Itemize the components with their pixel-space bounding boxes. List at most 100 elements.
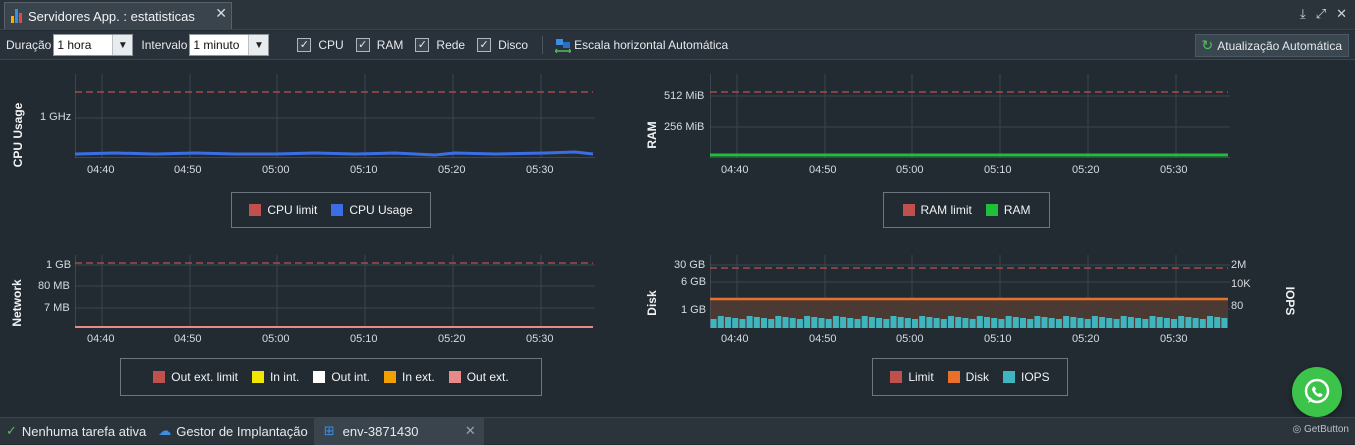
legend-item[interactable]: Limit [890,370,934,384]
legend-item[interactable]: Out ext. [448,370,509,384]
cpu-legend: CPU limit CPU Usage [231,192,431,228]
x-tick: 05:00 [896,333,924,345]
close-window-icon[interactable]: ✕ [1336,6,1347,22]
iops-y-tick: 10K [1231,278,1251,290]
close-icon[interactable]: ✕ [465,423,476,439]
tab-close-icon[interactable]: ✕ [215,5,227,22]
legend-item[interactable]: RAM [985,203,1031,217]
expand-icon[interactable]: ⤢ [1316,6,1326,22]
legend-item[interactable]: Out int. [313,370,370,384]
iops-bar [1091,316,1098,328]
x-tick: 04:40 [87,164,115,176]
legend-swatch [1003,371,1015,383]
legend-swatch [947,371,960,383]
cpu-plot [75,74,595,158]
iops-bar [710,319,717,328]
legend-swatch [153,371,166,383]
legend-swatch [985,204,998,216]
chevron-down-icon[interactable]: ▼ [112,35,133,55]
deploy-manager-label: Gestor de Implantação [176,423,308,439]
legend-swatch [331,204,344,216]
env-tab[interactable]: ⊞ env-3871430 ✕ [313,417,484,445]
chevron-down-icon[interactable]: ▼ [248,35,269,55]
x-tick: 05:00 [262,164,290,176]
deploy-manager-button[interactable]: ☁ Gestor de Implantação [152,418,314,445]
iops-bar [1214,317,1221,328]
legend-item[interactable]: CPU limit [249,203,317,217]
disk-plot [710,255,1230,328]
check-icon[interactable]: ✓ [355,38,370,52]
iops-bar [804,316,811,328]
check-icon[interactable]: ✓ [415,38,430,52]
iops-bar [1178,316,1185,328]
network-y-tick: 80 MB [38,280,70,292]
legend-label: CPU Usage [349,203,413,217]
x-tick: 04:40 [721,164,749,176]
toolbar: Duração 1 hora ▼ Intervalo 1 minuto ▼ ✓ C… [0,31,1355,60]
iops-bar [955,317,962,328]
check-icon[interactable]: ✓ [477,38,492,52]
iops-bar [775,316,782,328]
iops-bar [1149,316,1156,328]
iops-bar [847,318,854,328]
iops-bar [840,317,847,328]
iops-bar [890,316,897,328]
legend-item[interactable]: In ext. [384,370,435,384]
network-axis-label: Network [10,279,24,327]
network-y-tick: 7 MB [44,302,70,314]
tab-statistics[interactable]: Servidores App. : estatisticas ✕ [4,2,232,29]
checkbox-ram[interactable]: ✓ RAM [355,38,404,52]
iops-bar [897,317,904,328]
iops-bar [739,319,746,328]
checkbox-label: RAM [376,38,404,52]
network-tree-icon: ⊞ [323,423,335,438]
download-icon[interactable]: ⤓ [1300,6,1306,22]
legend-label: In ext. [402,370,435,384]
x-tick: 05:20 [1072,164,1100,176]
auto-refresh-button[interactable]: ↻ Atualização Automática [1194,34,1349,57]
checkbox-disk[interactable]: ✓ Disco [477,38,528,52]
iops-bar [868,317,875,328]
iops-bar [768,319,775,328]
legend-item[interactable]: In int. [251,370,299,384]
interval-label: Intervalo [141,38,188,52]
horizontal-scale-button[interactable]: Escala horizontal Automática [555,37,728,53]
legend-item[interactable]: Out ext. limit [153,370,238,384]
legend-label: CPU limit [267,203,318,217]
x-tick: 05:00 [896,164,924,176]
legend-label: Out ext. [466,370,509,384]
iops-bar [811,317,818,328]
ram-axis-label: RAM [645,121,659,149]
iops-bar [1027,319,1034,328]
legend-item[interactable]: Disk [947,370,989,384]
refresh-icon: ↻ [1201,37,1214,53]
check-icon[interactable]: ✓ [297,38,312,52]
iops-bar [832,316,839,328]
x-tick: 04:50 [174,164,202,176]
getbutton-credit[interactable]: ◎ GetButton [1292,424,1349,435]
legend-item[interactable]: RAM limit [902,203,972,217]
x-tick: 05:20 [1072,333,1100,345]
interval-select[interactable]: 1 minuto ▼ [189,34,270,56]
iops-bar [732,318,739,328]
iops-bar [969,319,976,328]
cloud-icon: ☁ [158,423,172,438]
env-label: env-3871430 [342,423,419,439]
whatsapp-button[interactable] [1292,367,1342,417]
getbutton-label: GetButton [1303,424,1349,435]
legend-item[interactable]: IOPS [1003,370,1050,384]
disk-axis-label: Disk [645,290,659,316]
tasks-status[interactable]: ✓ Nenhuma tarefa ativa [0,418,152,445]
iops-bar [962,318,969,328]
iops-bar [1077,318,1084,328]
toolbar-divider [542,36,544,54]
checkbox-network[interactable]: ✓ Rede [415,38,465,52]
cpu-y-tick: 1 GHz [40,111,72,123]
iops-bar [1221,318,1228,328]
checkbox-cpu[interactable]: ✓ CPU [297,38,344,52]
iops-bar [717,316,724,328]
legend-item[interactable]: CPU Usage [331,203,413,217]
ram-legend: RAM limit RAM [883,192,1050,228]
iops-bar [984,317,990,328]
duration-select[interactable]: 1 hora ▼ [53,34,134,56]
